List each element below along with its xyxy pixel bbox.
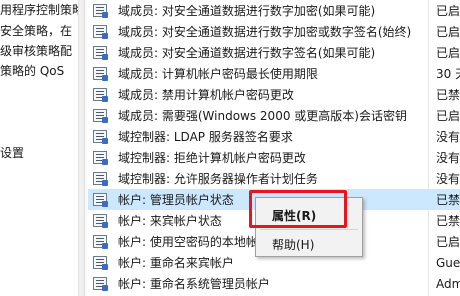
menu-separator [260,229,358,230]
policy-row[interactable]: 域成员: 对安全通道数据进行数字签名(如果可能) 已启 [88,42,460,63]
policy-row[interactable]: 域控制器: 允许服务器操作者计划任务 没有 [88,168,460,189]
policy-icon [93,67,108,81]
policy-icon [93,109,108,123]
policy-setting: 没有 [436,172,460,186]
policy-row[interactable]: 帐户: 重命名系统管理员帐户 Adm [88,273,460,294]
policy-name: 域控制器: 拒绝计算机帐户密码更改 [118,151,306,165]
policy-row[interactable]: 域成员: 需要强(Windows 2000 或更高版本)会话密钥 已启 [88,105,460,126]
tree-item-app-control-policy[interactable]: 用程序控制策略 [0,3,78,17]
policy-name: 域成员: 对安全通道数据进行数字签名(如果可能) [118,46,376,60]
policy-icon [93,4,108,18]
menu-item-help[interactable]: 帮助(H) [272,236,314,253]
policy-setting: 已启 [436,25,460,39]
policy-name: 帐户: 重命名来宾帐户 [118,256,234,270]
policy-setting: 已启 [436,109,460,123]
tree-item-qos-policy[interactable]: 策略的 QoS [0,64,64,78]
policy-setting: 已启 [436,46,460,60]
policy-icon [93,193,108,207]
policy-setting: Gues [436,255,460,270]
annotation-highlight-box [249,190,347,228]
policy-icon [93,256,108,270]
policy-name: 帐户: 来宾帐户状态 [118,214,222,228]
policy-name: 域控制器: LDAP 服务器签名要求 [118,130,293,144]
tree-item-settings[interactable]: 设置 [0,146,24,160]
policy-setting: 已禁 [436,193,460,207]
policy-setting: 已启 [436,235,460,249]
policy-icon [93,172,108,186]
policy-name: 域成员: 对安全通道数据进行数字加密或数字签名(始终) [118,25,412,39]
policy-icon [93,46,108,60]
policy-name: 域成员: 禁用计算机帐户密码更改 [118,88,294,102]
policy-name: 域成员: 对安全通道数据进行数字加密(如果可能) [118,4,376,18]
policy-icon [93,235,108,249]
policy-icon [93,25,108,39]
policy-name: 域成员: 计算机帐户密码最长使用期限 [118,67,318,81]
tree-item-advanced-audit-policy[interactable]: 级审核策略配 [0,44,72,58]
policy-name: 域成员: 需要强(Windows 2000 或更高版本)会话密钥 [118,109,407,123]
policy-name: 域控制器: 允许服务器操作者计划任务 [118,172,318,186]
policy-row[interactable]: 域成员: 禁用计算机帐户密码更改 已禁 [88,84,460,105]
navigation-tree: 用程序控制策略 安全策略，在 级审核策略配 策略的 QoS 设置 [0,0,78,296]
policy-icon [93,151,108,165]
policy-setting: 没有 [436,151,460,165]
policy-icon [93,88,108,102]
policy-row[interactable]: 域成员: 对安全通道数据进行数字加密(如果可能) 已启 [88,0,460,21]
policy-setting: Adm [436,276,460,291]
policy-name: 帐户: 使用空密码的本地帐 [118,235,258,249]
policy-row[interactable]: 域控制器: 拒绝计算机帐户密码更改 没有 [88,147,460,168]
policy-icon [93,130,108,144]
tree-item-ip-security-policy[interactable]: 安全策略，在 [0,24,72,38]
policy-name: 帐户: 管理员帐户状态 [118,193,234,207]
policy-row[interactable]: 域控制器: LDAP 服务器签名要求 没有 [88,126,460,147]
policy-setting: 已禁 [436,214,460,228]
policy-icon [93,277,108,291]
policy-setting: 没有 [436,130,460,144]
policy-row[interactable]: 域成员: 计算机帐户密码最长使用期限 30 天 [88,63,460,84]
policy-icon [93,214,108,228]
policy-row[interactable]: 域成员: 对安全通道数据进行数字加密或数字签名(始终) 已启 [88,21,460,42]
policy-setting: 已启 [436,4,460,18]
policy-setting: 30 天 [436,67,460,81]
policy-setting: 已禁 [436,88,460,102]
policy-name: 帐户: 重命名系统管理员帐户 [118,277,270,291]
